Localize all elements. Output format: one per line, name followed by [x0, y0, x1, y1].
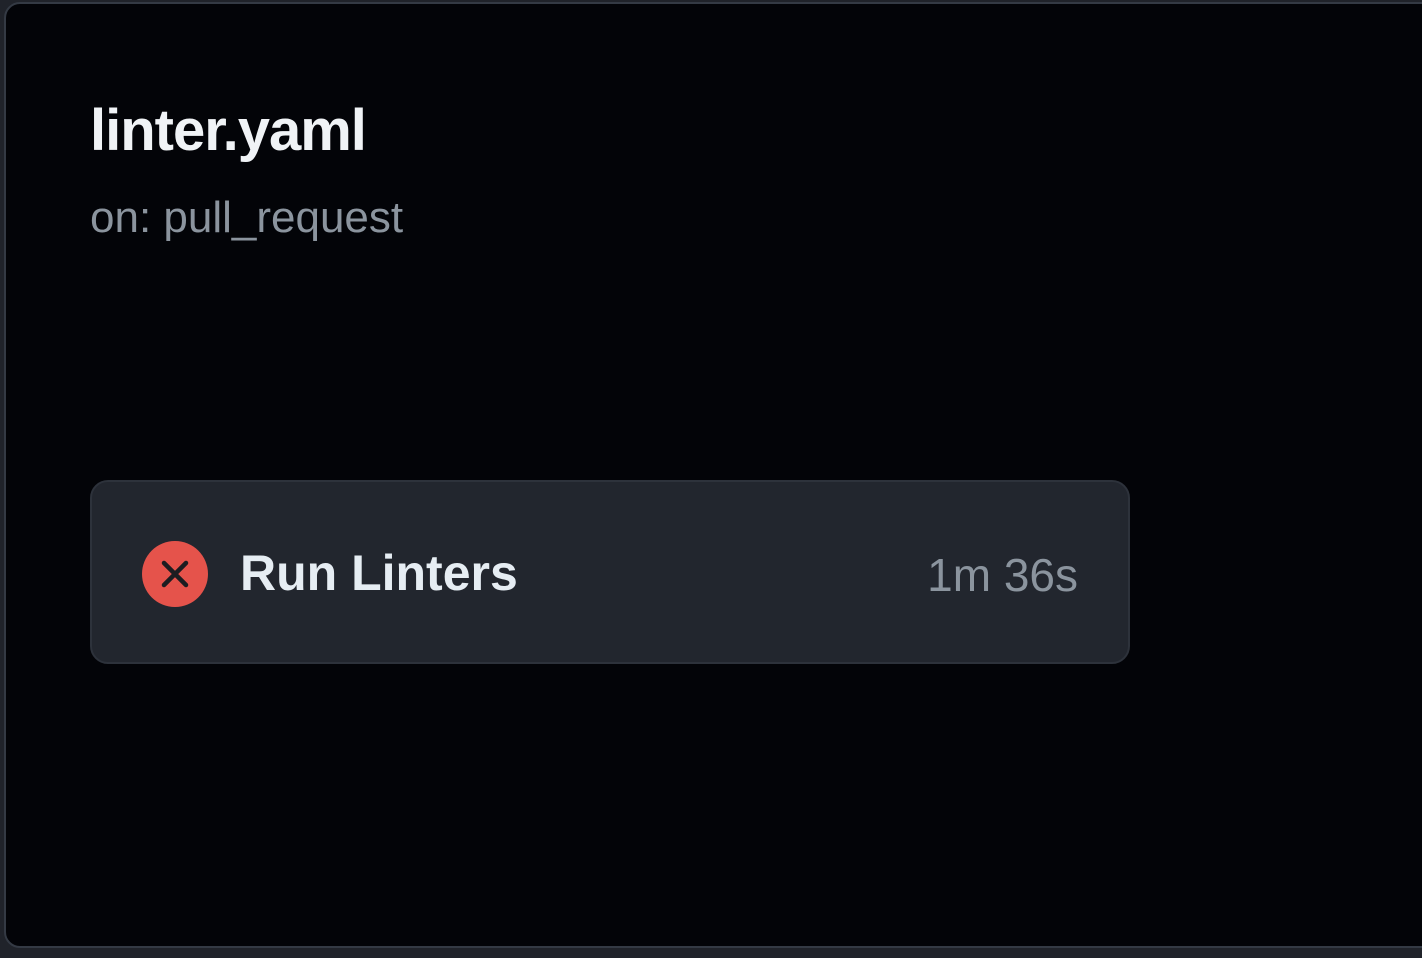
workflow-graph-panel: linter.yaml on: pull_request Run Linters…: [4, 2, 1422, 948]
workflow-file-name: linter.yaml: [90, 98, 367, 163]
job-name: Run Linters: [240, 545, 518, 601]
job-card-run-linters[interactable]: Run Linters 1m 36s: [90, 480, 1130, 664]
x-circle-fill-icon: [142, 541, 208, 607]
job-duration: 1m 36s: [927, 549, 1078, 601]
workflow-trigger: on: pull_request: [90, 193, 404, 242]
